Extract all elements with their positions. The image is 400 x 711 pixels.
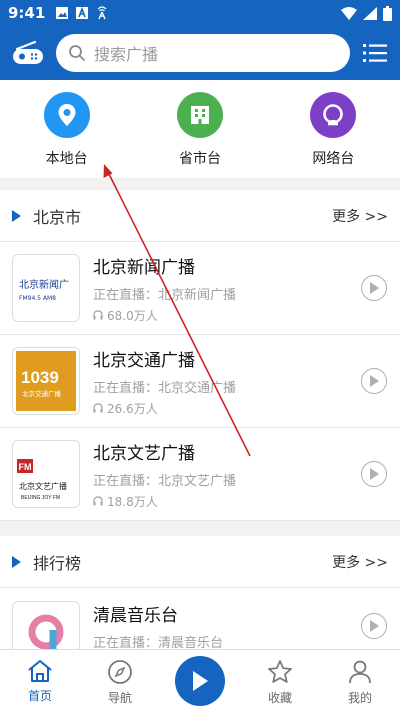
station-logo: 北京新闻广 FM94.5 AM8 [12,254,80,322]
category-local[interactable]: 本地台 [0,80,133,178]
category-local-circle [43,92,90,138]
tab-home[interactable]: 首页 [0,650,80,711]
list-menu-icon [363,44,387,62]
play-icon [370,282,379,294]
tab-label: 导航 [107,691,132,705]
play-icon [370,468,379,480]
logo-sub: 北京交通广播 [22,389,62,398]
station-logo: 1039 北京交通广播 [12,347,80,415]
logo-sub: 北京文艺广播 [19,481,67,491]
headphone-icon [93,403,103,413]
station-logo [12,601,80,649]
tab-favorites[interactable]: 收藏 [240,650,320,711]
station-name: 北京新闻广播 [93,257,195,278]
play-button[interactable] [361,461,387,487]
station-row[interactable]: 1039 北京交通广播 北京交通广播 正在直播：北京交通广播 26.6万人 [0,335,400,428]
station-info: 北京交通广播 正在直播：北京交通广播 26.6万人 [93,346,388,417]
category-network-circle [310,92,357,138]
station-live: 正在直播：北京新闻广播 [93,287,237,303]
headphone-icon [93,496,103,506]
category-label: 本地台 [45,151,88,167]
more-link[interactable]: 更多 >> [332,206,388,226]
section-header: 北京市 更多 >> [0,190,400,242]
tab-label: 首页 [27,689,52,703]
image-notification-icon [56,7,69,19]
station-info: 北京新闻广播 正在直播：北京新闻广播 68.0万人 [93,253,388,324]
station-logo: FM 87.6 北京文艺广播 BEIJING JOY FM [12,440,80,508]
logo-text: FM 87.6 [19,462,52,472]
station-listeners: 68.0万人 [93,307,388,324]
star-icon [268,660,292,683]
station-row[interactable]: 清晨音乐台 正在直播：清晨音乐台 [0,588,400,649]
signal-icon [363,6,377,20]
listener-count: 26.6万人 [107,401,158,416]
station-info: 北京文艺广播 正在直播：北京文艺广播 18.8万人 [93,439,388,510]
triangle-marker-icon [12,209,21,222]
search-input[interactable]: 搜索广播 [56,34,350,72]
station-info: 清晨音乐台 正在直播：清晨音乐台 [93,601,388,649]
category-label: 省市台 [178,151,221,167]
station-row[interactable]: FM 87.6 北京文艺广播 BEIJING JOY FM 北京文艺广播 正在直… [0,428,400,521]
compass-icon [108,660,132,684]
headphone-icon [93,310,103,320]
logo-text: 北京新闻广 [19,278,69,291]
station-live: 正在直播：北京文艺广播 [93,473,237,489]
location-pin-icon [58,104,76,126]
menu-button[interactable] [350,26,400,80]
status-system-icons [341,5,392,21]
listener-count: 68.0万人 [107,308,158,323]
category-row: 本地台 省市台 网络台 [0,80,400,178]
category-network[interactable]: 网络台 [267,80,400,178]
station-live: 正在直播：清晨音乐台 [93,636,224,649]
play-button[interactable] [361,275,387,301]
search-placeholder: 搜索广播 [94,45,159,64]
wifi-icon [341,6,357,20]
category-label: 网络台 [312,151,355,167]
ranking-section: 排行榜 更多 >> 清晨音乐台 正在直播：清晨音乐台 [0,536,400,649]
tab-label: 我的 [347,691,372,705]
radio-logo-icon[interactable] [0,26,56,80]
section-title: 北京市 [33,207,82,227]
station-name: 清晨音乐台 [93,606,178,626]
station-listeners: 26.6万人 [93,400,388,417]
tab-navigation[interactable]: 导航 [80,650,160,711]
section-header: 排行榜 更多 >> [0,536,400,588]
status-notification-icons [55,6,109,20]
play-icon [193,671,208,691]
category-province-circle [176,92,223,138]
play-icon [370,375,379,387]
category-province[interactable]: 省市台 [133,80,266,178]
station-name: 北京交通广播 [93,350,195,371]
status-time: 9:41 [8,4,46,22]
triangle-marker-icon [12,555,21,568]
battery-icon [383,5,392,21]
more-link[interactable]: 更多 >> [332,552,388,572]
search-icon [69,45,85,61]
center-play-button[interactable] [175,656,225,706]
logo-sub2: BEIJING JOY FM [21,495,60,501]
play-button[interactable] [361,613,387,639]
bottom-tab-bar: 首页 导航 收藏 我的 [0,649,400,711]
status-bar: 9:41 [0,0,400,26]
section-title: 排行榜 [33,553,82,573]
station-name: 北京文艺广播 [93,443,195,464]
play-icon [370,620,379,632]
local-section: 北京市 更多 >> 北京新闻广 FM94.5 AM8 北京新闻广播 正在直播：北… [0,190,400,521]
app-notification-icon [76,6,89,19]
tab-profile[interactable]: 我的 [320,650,400,711]
tab-label: 收藏 [267,691,292,705]
station-live: 正在直播：北京交通广播 [93,380,237,396]
station-row[interactable]: 北京新闻广 FM94.5 AM8 北京新闻广播 正在直播：北京新闻广播 68.0… [0,242,400,335]
play-button[interactable] [361,368,387,394]
logo-text: 1039 [21,368,59,387]
app-header: 搜索广播 [0,26,400,80]
logo-sub: FM94.5 AM8 [19,295,56,302]
antenna-notification-icon [97,6,107,20]
building-icon [190,106,209,124]
listener-count: 18.8万人 [107,494,158,509]
user-icon [349,660,371,684]
home-icon [28,660,52,682]
station-listeners: 18.8万人 [93,493,388,510]
radio-wave-icon [323,104,344,126]
